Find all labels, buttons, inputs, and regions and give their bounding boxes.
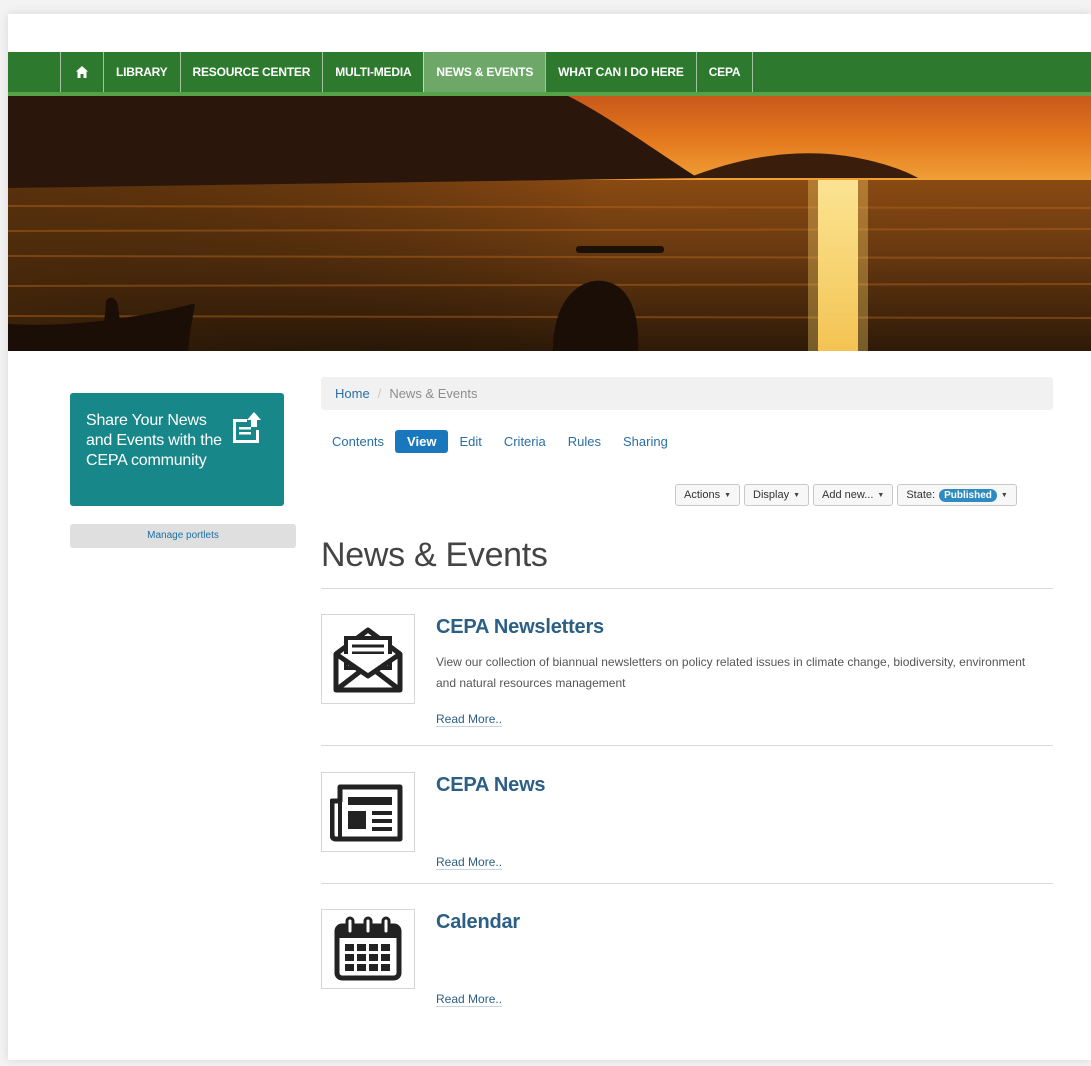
tab-view[interactable]: View [395,430,449,453]
breadcrumb-home-link[interactable]: Home [335,386,370,401]
item-thumbnail[interactable] [321,614,415,704]
page-frame: LIBRARY RESOURCE CENTER MULTI-MEDIA NEWS… [8,14,1091,1060]
nav-item-news-events[interactable]: NEWS & EVENTS [423,52,546,92]
nav-item-multi-media[interactable]: MULTI-MEDIA [322,52,423,92]
title-divider [321,588,1053,589]
nav-item-library[interactable]: LIBRARY [103,52,180,92]
tab-rules[interactable]: Rules [557,430,612,453]
read-more-link[interactable]: Read More.. [436,855,503,870]
display-menu-button[interactable]: Display ▼ [744,484,810,506]
content-toolbar: Actions ▼ Display ▼ Add new... ▼ State: … [675,484,1017,506]
read-more-link[interactable]: Read More.. [436,712,503,727]
state-label: State: [906,489,936,501]
display-label: Display [753,489,790,501]
share-news-button[interactable]: Share Your News and Events with the CEPA… [70,393,284,506]
breadcrumb: Home / News & Events [321,377,1053,410]
content-tabs: Contents View Edit Criteria Rules Sharin… [321,430,679,453]
caret-down-icon: ▼ [877,491,885,499]
share-news-text: Share Your News and Events with the CEPA… [86,412,222,469]
list-item-cepa-news: CEPA News Read More.. [321,772,1053,892]
calendar-icon [334,916,402,981]
item-thumbnail[interactable] [321,909,415,989]
state-badge: Published [939,488,997,502]
share-upload-icon [233,412,261,443]
hero-banner [8,96,1091,351]
caret-down-icon: ▼ [793,491,801,499]
home-icon [76,66,88,78]
caret-down-icon: ▼ [724,491,732,499]
item-description: View our collection of biannual newslett… [436,655,1026,690]
tab-criteria[interactable]: Criteria [493,430,557,453]
list-item-newsletters: CEPA Newsletters View our collection of … [321,614,1053,754]
item-divider [321,745,1053,746]
tab-contents[interactable]: Contents [321,430,395,453]
item-divider [321,883,1053,884]
item-title-link[interactable]: CEPA News [436,774,546,797]
list-item-calendar: Calendar Read More.. [321,909,1053,1009]
nav-item-what-can-i-do-here[interactable]: WHAT CAN I DO HERE [545,52,696,92]
breadcrumb-separator: / [377,386,382,401]
item-thumbnail[interactable] [321,772,415,852]
item-title-link[interactable]: Calendar [436,911,520,934]
actions-label: Actions [684,489,721,501]
read-more-link[interactable]: Read More.. [436,992,503,1007]
actions-menu-button[interactable]: Actions ▼ [675,484,741,506]
add-new-menu-button[interactable]: Add new... ▼ [813,484,894,506]
newspaper-icon [330,784,403,842]
item-title-link[interactable]: CEPA Newsletters [436,616,604,639]
caret-down-icon: ▼ [1000,491,1008,499]
nav-home[interactable] [60,52,103,92]
nav-item-cepa[interactable]: CEPA [695,52,754,92]
tab-sharing[interactable]: Sharing [612,430,679,453]
nav-item-resource-center[interactable]: RESOURCE CENTER [179,52,323,92]
state-menu-button[interactable]: State: Published ▼ [897,484,1017,506]
tab-edit[interactable]: Edit [448,430,492,453]
page-title: News & Events [321,536,548,574]
sunset-lake-image [8,96,1091,351]
envelope-icon [333,627,403,693]
manage-portlets-button[interactable]: Manage portlets [70,524,296,548]
breadcrumb-current: News & Events [389,386,478,401]
main-nav: LIBRARY RESOURCE CENTER MULTI-MEDIA NEWS… [8,52,1091,96]
add-new-label: Add new... [822,489,874,501]
